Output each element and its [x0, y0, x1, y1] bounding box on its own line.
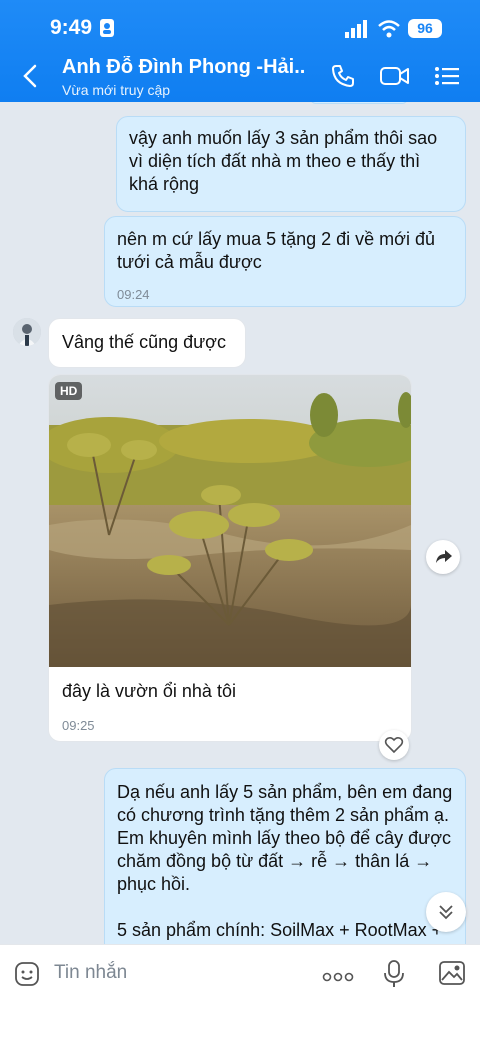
- message-bubble-outgoing[interactable]: nên m cứ lấy mua 5 tặng 2 đi về mới đủ t…: [104, 216, 466, 307]
- message-time: 09:24: [117, 287, 150, 302]
- image-gallery-icon[interactable]: [438, 960, 466, 991]
- contact-name[interactable]: Anh Đỗ Đình Phong -Hải...: [62, 56, 306, 79]
- more-options-icon[interactable]: [322, 969, 354, 987]
- menu-list-icon[interactable]: [434, 64, 460, 93]
- status-bar: 9:49 96: [0, 14, 480, 44]
- voice-to-text-icon[interactable]: [382, 959, 406, 994]
- message-text: Vâng thế cũng được: [62, 332, 226, 352]
- phone-call-icon[interactable]: [331, 64, 355, 93]
- message-text: Dạ nếu anh lấy 5 sản phẩm, bên em đang c…: [117, 782, 453, 894]
- forward-button[interactable]: [426, 540, 460, 574]
- message-list[interactable]: vậy anh muốn lấy 3 sản phẩm thôi sao vì …: [0, 102, 480, 944]
- message-text: nên m cứ lấy mua 5 tặng 2 đi về mới đủ t…: [117, 229, 436, 272]
- last-seen-status: Vừa mới truy cập: [62, 82, 171, 98]
- video-call-icon[interactable]: [380, 64, 410, 93]
- hd-badge: HD: [55, 382, 83, 400]
- message-composer: Tin nhắn: [0, 944, 480, 1039]
- message-text-continued: 5 sản phẩm chính: SoilMax + RootMax + St…: [117, 920, 442, 944]
- garden-photo[interactable]: [49, 375, 411, 667]
- message-input[interactable]: Tin nhắn: [54, 962, 127, 984]
- chat-header: 9:49 96 Anh Đỗ Đình Phong -Hải... Vừa mớ…: [0, 0, 480, 102]
- double-chevron-down-icon: [439, 905, 453, 920]
- share-arrow-icon: [436, 550, 452, 563]
- signal-icon: [345, 20, 371, 43]
- back-arrow-icon[interactable]: [22, 64, 38, 93]
- contact-badge-icon: [100, 19, 114, 42]
- photo-caption: đây là vườn ổi nhà tôi: [62, 681, 236, 701]
- message-bubble-incoming[interactable]: Vâng thế cũng được: [48, 318, 246, 368]
- emoji-sticker-icon[interactable]: [14, 961, 40, 992]
- message-bubble-outgoing[interactable]: Dạ nếu anh lấy 5 sản phẩm, bên em đang c…: [104, 768, 466, 944]
- react-button[interactable]: [379, 730, 409, 760]
- message-time: 09:25: [62, 718, 95, 733]
- avatar[interactable]: [13, 318, 41, 346]
- wifi-icon: [378, 20, 400, 43]
- heart-icon: [384, 736, 404, 754]
- battery-level: 96: [408, 19, 442, 38]
- status-time: 9:49: [50, 16, 93, 39]
- scroll-to-bottom-button[interactable]: [426, 892, 466, 932]
- message-bubble-outgoing[interactable]: vậy anh muốn lấy 3 sản phẩm thôi sao vì …: [116, 116, 466, 212]
- photo-message[interactable]: HD đây là vườn ổi nhà tôi 09:25: [48, 374, 412, 742]
- message-text: vậy anh muốn lấy 3 sản phẩm thôi sao vì …: [129, 128, 438, 194]
- message-bubble-partial: [310, 102, 408, 104]
